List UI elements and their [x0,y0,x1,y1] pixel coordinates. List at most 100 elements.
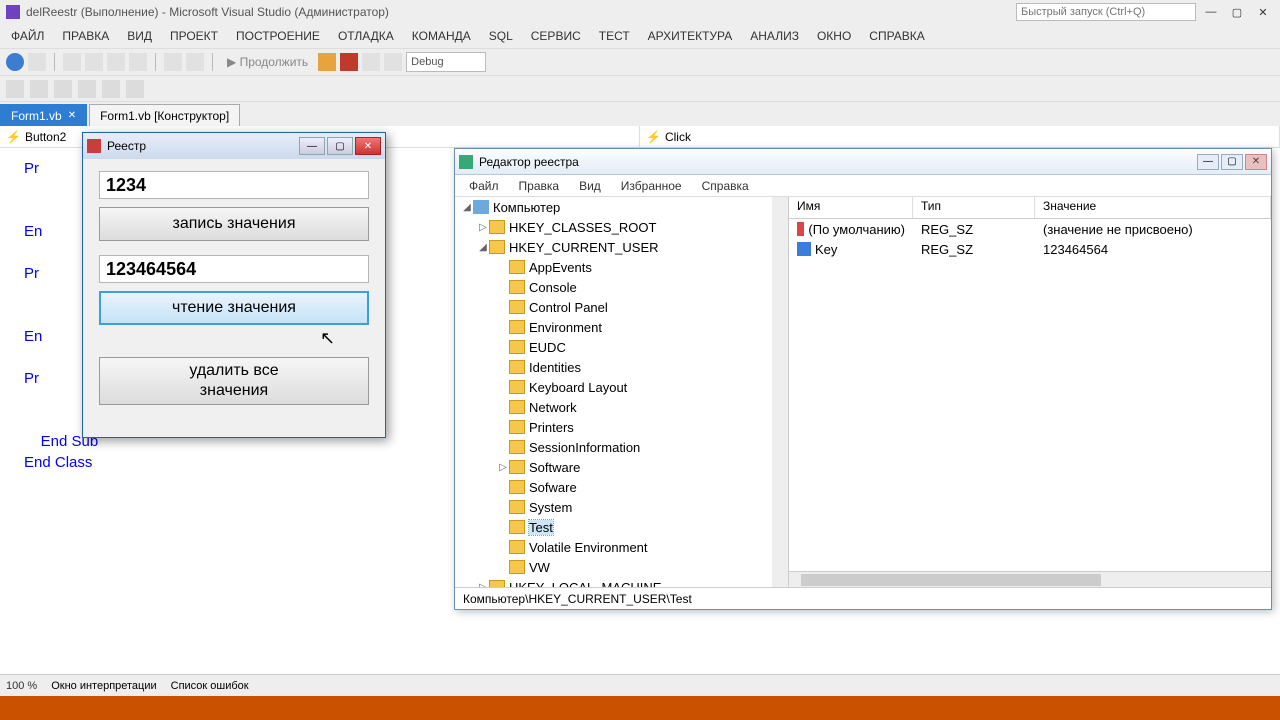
reg-menu-file[interactable]: Файл [459,179,509,193]
open-icon[interactable] [85,53,103,71]
menu-team[interactable]: КОМАНДА [403,29,480,43]
tree-node[interactable]: Network [455,398,788,416]
menu-sql[interactable]: SQL [480,29,522,43]
expander-icon[interactable]: ▷ [497,462,509,473]
menu-project[interactable]: ПРОЕКТ [161,29,227,43]
menu-test[interactable]: ТЕСТ [590,29,639,43]
tree-node[interactable]: EUDC [455,338,788,356]
menu-view[interactable]: ВИД [118,29,161,43]
tb2-icon [30,80,48,98]
menu-arch[interactable]: АРХИТЕКТУРА [639,29,742,43]
read-value-input[interactable] [99,255,369,283]
folder-icon [509,300,525,314]
tree-node[interactable]: Keyboard Layout [455,378,788,396]
folder-icon [509,320,525,334]
menu-debug[interactable]: ОТЛАДКА [329,29,403,43]
dlg-minimize-button[interactable]: — [299,137,325,155]
reg-menu-view[interactable]: Вид [569,179,611,193]
expander-icon[interactable]: ◢ [461,202,473,213]
expander-icon[interactable]: ▷ [477,582,489,588]
config-dropdown[interactable]: Debug [406,52,486,72]
save-icon[interactable] [107,53,125,71]
tb2-icon [102,80,120,98]
expander-icon[interactable]: ◢ [477,242,489,253]
reg-maximize-button[interactable]: ▢ [1221,154,1243,170]
tree-node[interactable]: ▷HKEY_LOCAL_MACHINE [455,578,788,587]
regedit-titlebar[interactable]: Редактор реестра — ▢ ✕ [455,149,1271,175]
bottom-tab-immediate[interactable]: Окно интерпретации [51,680,156,692]
tree-node[interactable]: Control Panel [455,298,788,316]
tree-node[interactable]: ◢Компьютер [455,198,788,216]
menu-tools[interactable]: СЕРВИС [522,29,590,43]
menu-analyze[interactable]: АНАЛИЗ [741,29,808,43]
menu-file[interactable]: ФАЙЛ [2,29,53,43]
col-value[interactable]: Значение [1035,197,1271,218]
col-name[interactable]: Имя [789,197,913,218]
tree-node[interactable]: Console [455,278,788,296]
reg-menu-fav[interactable]: Избранное [611,179,692,193]
nav-fwd-icon [28,53,46,71]
reg-menu-edit[interactable]: Правка [509,179,570,193]
tree-node[interactable]: Volatile Environment [455,538,788,556]
menu-edit[interactable]: ПРАВКА [53,29,118,43]
tree-node[interactable]: Test [455,518,788,536]
stop-icon[interactable] [340,53,358,71]
write-value-input[interactable] [99,171,369,199]
tree-node[interactable]: Identities [455,358,788,376]
tree-node[interactable]: System [455,498,788,516]
tab-form1-designer[interactable]: Form1.vb [Конструктор] [89,104,240,126]
tree-label: AppEvents [529,260,592,275]
tree-node[interactable]: AppEvents [455,258,788,276]
close-button[interactable]: ✕ [1252,4,1274,20]
new-icon[interactable] [63,53,81,71]
close-tab-icon[interactable]: ✕ [68,110,76,121]
minimize-button[interactable]: — [1200,4,1222,20]
value-type: REG_SZ [913,222,1035,237]
restart-icon[interactable] [362,53,380,71]
step-icon[interactable] [384,53,402,71]
member-dropdown-right[interactable]: ⚡Click [640,126,1280,147]
col-type[interactable]: Тип [913,197,1035,218]
quick-launch-input[interactable] [1016,3,1196,21]
dlg-close-button[interactable]: ✕ [355,137,381,155]
tree-node[interactable]: VW [455,558,788,576]
dialog-title: Реестр [107,139,297,153]
tree-scrollbar[interactable] [772,197,788,587]
reg-close-button[interactable]: ✕ [1245,154,1267,170]
expander-icon[interactable]: ▷ [477,222,489,233]
continue-button[interactable]: ▶ Продолжить [221,55,314,69]
list-h-scrollbar[interactable] [789,571,1271,587]
tree-node[interactable]: Sofware [455,478,788,496]
reg-menu-help[interactable]: Справка [692,179,759,193]
value-row[interactable]: (По умолчанию)REG_SZ(значение не присвое… [789,219,1271,239]
pause-icon[interactable] [318,53,336,71]
menu-window[interactable]: ОКНО [808,29,860,43]
bottom-tab-errors[interactable]: Список ошибок [171,680,249,692]
tree-node[interactable]: Environment [455,318,788,336]
nav-back-icon[interactable] [6,53,24,71]
tree-node[interactable]: SessionInformation [455,438,788,456]
undo-icon[interactable] [164,53,182,71]
value-row[interactable]: KeyREG_SZ123464564 [789,239,1271,259]
read-value-button[interactable]: чтение значения [99,291,369,325]
dlg-maximize-button[interactable]: ▢ [327,137,353,155]
maximize-button[interactable]: ▢ [1226,4,1248,20]
tab-form1-vb[interactable]: Form1.vb✕ [0,104,87,126]
tree-node[interactable]: ▷HKEY_CLASSES_ROOT [455,218,788,236]
menu-help[interactable]: СПРАВКА [860,29,934,43]
dialog-titlebar[interactable]: Реестр — ▢ ✕ [83,133,385,159]
write-value-button[interactable]: запись значения [99,207,369,241]
regedit-title: Редактор реестра [479,155,1195,169]
tree-node[interactable]: Printers [455,418,788,436]
registry-values-list[interactable]: Имя Тип Значение (По умолчанию)REG_SZ(зн… [789,197,1271,587]
saveall-icon[interactable] [129,53,147,71]
value-data: 123464564 [1035,242,1271,257]
redo-icon[interactable] [186,53,204,71]
registry-tree[interactable]: ◢Компьютер ▷HKEY_CLASSES_ROOT ◢HKEY_CURREN… [455,197,789,587]
zoom-level[interactable]: 100 % [6,680,37,692]
reg-minimize-button[interactable]: — [1197,154,1219,170]
delete-all-button[interactable]: удалить все значения [99,357,369,405]
tree-node[interactable]: ◢HKEY_CURRENT_USER [455,238,788,256]
tree-node[interactable]: ▷Software [455,458,788,476]
menu-build[interactable]: ПОСТРОЕНИЕ [227,29,329,43]
